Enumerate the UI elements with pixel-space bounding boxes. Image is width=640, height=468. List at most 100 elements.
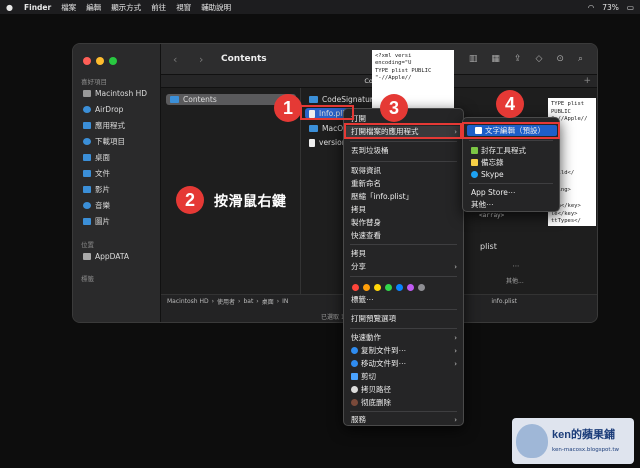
- tag-icon[interactable]: ◇: [535, 54, 542, 64]
- action-icon[interactable]: ⊙: [556, 54, 564, 64]
- disk-icon: [83, 90, 91, 97]
- chevron-right-icon: ›: [454, 346, 457, 355]
- drive-icon: [83, 253, 91, 260]
- sidebar-item-music[interactable]: 音樂: [83, 200, 110, 211]
- menu-item-tags[interactable]: 標籤⋯: [344, 294, 463, 305]
- menu-go[interactable]: 前往: [151, 2, 166, 13]
- battery-icon[interactable]: ▭: [627, 3, 634, 12]
- group-icon[interactable]: ▦: [491, 54, 500, 64]
- more-icon[interactable]: ⋯: [508, 262, 524, 270]
- menu-item-copy[interactable]: 拷貝: [344, 248, 463, 259]
- sidebar-item-documents[interactable]: 文件: [83, 168, 110, 179]
- path-item[interactable]: IN: [282, 298, 288, 305]
- search-icon[interactable]: ⌕: [578, 54, 583, 64]
- menu-item-services[interactable]: 服務 ›: [344, 414, 463, 425]
- music-icon: [83, 202, 91, 209]
- new-tab-icon[interactable]: +: [583, 75, 591, 88]
- menu-item-compress[interactable]: 壓縮「info.plist」: [344, 191, 463, 202]
- battery-label[interactable]: 73%: [602, 3, 619, 12]
- forward-button[interactable]: ›: [199, 53, 213, 66]
- menu-item-get-info[interactable]: 取得資訊: [344, 165, 463, 176]
- notes-icon: [471, 159, 478, 166]
- move-doc-icon: [351, 360, 358, 367]
- submenu-item-notes[interactable]: 備忘錄: [463, 157, 559, 168]
- tag-green[interactable]: [385, 284, 392, 291]
- airdrop-icon: [83, 106, 91, 113]
- menu-item-make-alias[interactable]: 製作替身: [344, 217, 463, 228]
- sidebar-item-airdrop[interactable]: AirDrop: [83, 104, 123, 115]
- sidebar-item-appdata[interactable]: AppDATA: [83, 251, 129, 262]
- submenu-item-skype[interactable]: Skype: [463, 169, 559, 180]
- tag-gray[interactable]: [418, 284, 425, 291]
- separator: [350, 309, 457, 310]
- menu-item-copy-doc[interactable]: 复制文件到⋯ ›: [344, 345, 463, 356]
- back-button[interactable]: ‹: [173, 53, 187, 66]
- menu-item-copy-path[interactable]: 拷贝路径: [344, 384, 463, 395]
- window-controls: [83, 57, 117, 65]
- row-codesignature[interactable]: CodeSignature: [309, 94, 377, 105]
- archive-icon: [471, 147, 478, 154]
- menu-item-cut[interactable]: 剪切: [344, 371, 463, 382]
- chevron-right-icon: ›: [454, 415, 457, 424]
- sidebar-item-macintosh-hd[interactable]: Macintosh HD: [83, 88, 147, 99]
- sidebar-item-movies[interactable]: 影片: [83, 184, 110, 195]
- sidebar-item-applications[interactable]: 應用程式: [83, 120, 125, 131]
- picture-icon: [83, 218, 91, 225]
- menu-finder[interactable]: Finder: [24, 3, 51, 12]
- menu-file[interactable]: 檔案: [61, 2, 76, 13]
- path-item[interactable]: 桌面: [262, 297, 274, 306]
- menu-view[interactable]: 顯示方式: [111, 2, 141, 13]
- path-item[interactable]: bat: [243, 298, 253, 305]
- menu-item-duplicate[interactable]: 拷貝: [344, 204, 463, 215]
- sidebar-item-desktop[interactable]: 桌面: [83, 152, 110, 163]
- separator: [350, 244, 457, 245]
- menu-edit[interactable]: 編輯: [86, 2, 101, 13]
- highlight-open-with: [344, 123, 462, 139]
- window-title: Contents: [221, 54, 267, 64]
- menu-help[interactable]: 輔助說明: [201, 2, 231, 13]
- zoom-button[interactable]: [109, 57, 117, 65]
- sidebar-section-favorites: 喜好項目: [81, 78, 107, 86]
- step-badge-3: 3: [380, 94, 408, 122]
- chevron-right-icon: ›: [454, 359, 457, 368]
- watermark-name: ken的蘋果鋪: [552, 429, 615, 441]
- file-icon: [309, 138, 315, 147]
- separator: [350, 411, 457, 412]
- path-item[interactable]: 使用者: [217, 297, 235, 306]
- menu-item-share[interactable]: 分享 ›: [344, 261, 463, 272]
- minimize-button[interactable]: [96, 57, 104, 65]
- menu-item-rename[interactable]: 重新命名: [344, 178, 463, 189]
- tag-yellow[interactable]: [374, 284, 381, 291]
- menu-item-delete[interactable]: 彻底删除: [344, 397, 463, 408]
- wifi-icon[interactable]: ◠: [588, 3, 595, 12]
- mascot-icon: [516, 424, 548, 458]
- menu-item-trash[interactable]: 丟到垃圾桶: [344, 145, 463, 156]
- tag-orange[interactable]: [363, 284, 370, 291]
- close-button[interactable]: [83, 57, 91, 65]
- chevron-right-icon: ›: [454, 262, 457, 271]
- apple-icon[interactable]: ●: [6, 3, 16, 12]
- tag-red[interactable]: [352, 284, 359, 291]
- submenu-item-other[interactable]: 其他⋯: [463, 199, 559, 210]
- preview-array: <array>: [479, 212, 505, 219]
- tag-purple[interactable]: [407, 284, 414, 291]
- menu-item-move-doc[interactable]: 移动文件到⋯ ›: [344, 358, 463, 369]
- annotation-right-click: 按滑鼠右鍵: [214, 194, 287, 210]
- sidebar-item-pictures[interactable]: 圖片: [83, 216, 110, 227]
- menu-window[interactable]: 視窗: [176, 2, 191, 13]
- share-icon[interactable]: ⇪: [514, 54, 522, 64]
- path-item[interactable]: info.plist: [491, 298, 517, 305]
- separator: [469, 140, 553, 141]
- view-columns-icon[interactable]: ▥: [469, 54, 478, 64]
- sidebar-item-downloads[interactable]: 下載項目: [83, 136, 125, 147]
- menu-item-quick-actions[interactable]: 快速動作 ›: [344, 332, 463, 343]
- movie-icon: [83, 186, 91, 193]
- submenu-item-archive[interactable]: 封存工具程式: [463, 145, 559, 156]
- folder-icon: [170, 96, 179, 103]
- tag-blue[interactable]: [396, 284, 403, 291]
- submenu-item-app-store[interactable]: App Store⋯: [463, 187, 559, 198]
- menu-item-preview-options[interactable]: 打開預覽選項: [344, 313, 463, 324]
- separator: [350, 161, 457, 162]
- path-item[interactable]: Macintosh HD: [167, 298, 209, 305]
- menu-item-quick-look[interactable]: 快速查看: [344, 230, 463, 241]
